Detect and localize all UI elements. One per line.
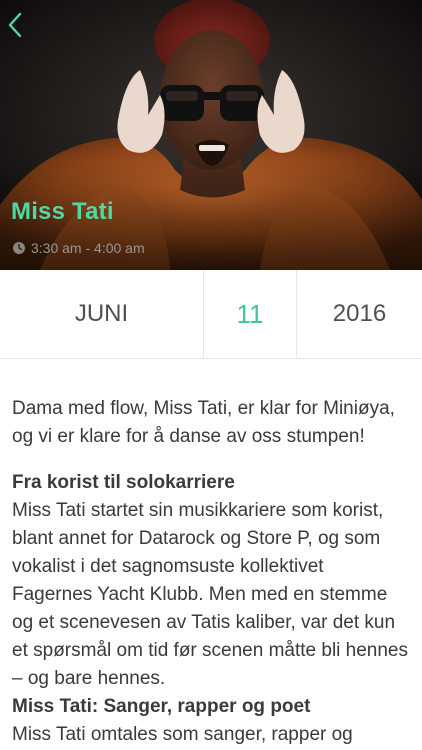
- date-month: JUNI: [74, 300, 129, 327]
- event-time-range: 3:30 am - 4:00 am: [31, 240, 145, 256]
- section-text: Miss Tati startet sin musikkariere som k…: [12, 500, 408, 689]
- event-date-bar: JUNI 11 2016: [0, 270, 422, 359]
- artist-name: Miss Tati: [11, 198, 114, 225]
- clock-icon: [13, 242, 25, 254]
- event-description: Dama med flow, Miss Tati, er klar for Mi…: [0, 359, 422, 749]
- back-button[interactable]: [2, 10, 28, 40]
- section-heading: Fra korist til solokarriere: [12, 472, 235, 493]
- artist-hero: Miss Tati 3:30 am - 4:00 am: [0, 0, 422, 270]
- date-day: 11: [203, 270, 297, 358]
- section-heading: Miss Tati: Sanger, rapper og poet: [12, 696, 311, 717]
- intro-text: Dama med flow, Miss Tati, er klar for Mi…: [12, 398, 395, 447]
- event-time: 3:30 am - 4:00 am: [12, 240, 145, 256]
- date-year: 2016: [332, 300, 387, 327]
- event-detail-screen: Miss Tati 3:30 am - 4:00 am JUNI 11 2016…: [0, 0, 422, 750]
- chevron-left-icon: [8, 12, 22, 38]
- section-text: Miss Tati omtales som sanger, rapper og: [12, 724, 353, 745]
